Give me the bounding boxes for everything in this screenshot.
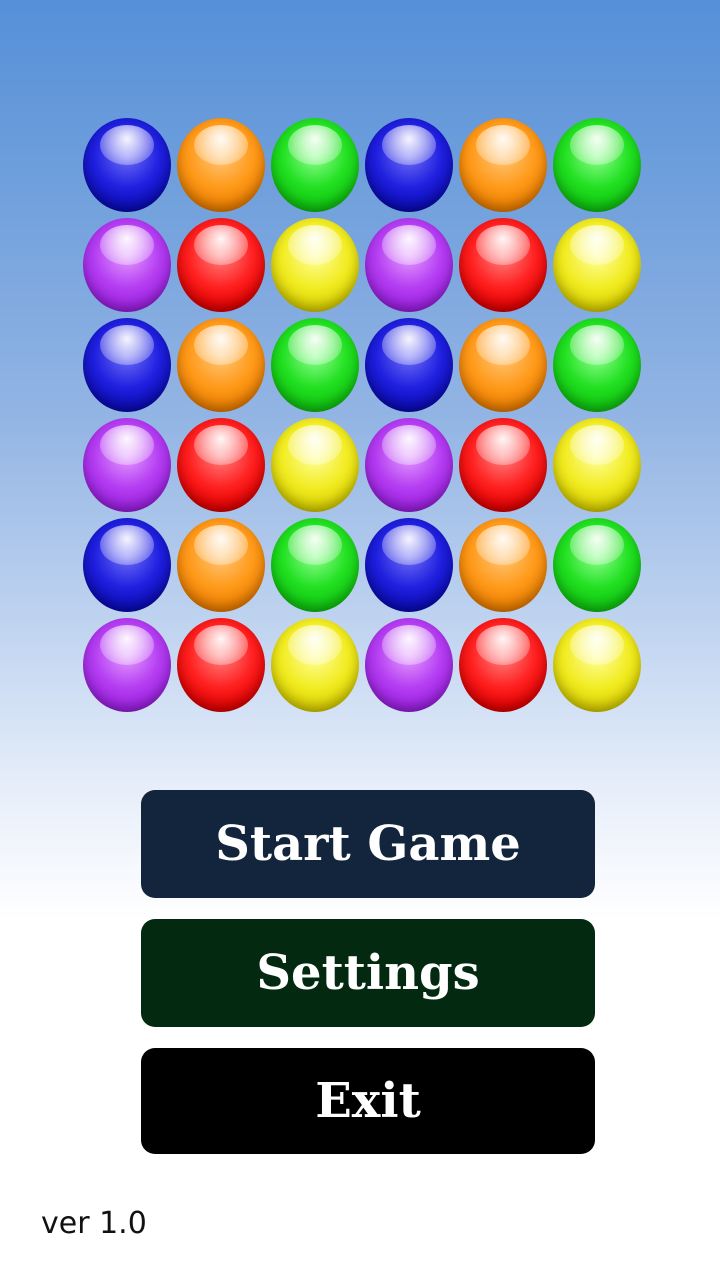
orange-ball[interactable] bbox=[177, 518, 265, 612]
orange-ball[interactable] bbox=[177, 118, 265, 212]
blue-ball[interactable] bbox=[83, 518, 171, 612]
settings-button[interactable]: Settings bbox=[141, 919, 595, 1027]
red-ball[interactable] bbox=[459, 418, 547, 512]
orange-ball[interactable] bbox=[459, 318, 547, 412]
orange-ball[interactable] bbox=[177, 318, 265, 412]
version-label: ver 1.0 bbox=[41, 1206, 147, 1241]
purple-ball[interactable] bbox=[365, 418, 453, 512]
green-ball[interactable] bbox=[271, 118, 359, 212]
yellow-ball[interactable] bbox=[553, 618, 641, 712]
exit-button[interactable]: Exit bbox=[141, 1048, 595, 1154]
ball-grid bbox=[80, 118, 644, 718]
start-game-button[interactable]: Start Game bbox=[141, 790, 595, 898]
purple-ball[interactable] bbox=[365, 218, 453, 312]
yellow-ball[interactable] bbox=[553, 218, 641, 312]
green-ball[interactable] bbox=[553, 318, 641, 412]
red-ball[interactable] bbox=[459, 218, 547, 312]
purple-ball[interactable] bbox=[365, 618, 453, 712]
red-ball[interactable] bbox=[459, 618, 547, 712]
green-ball[interactable] bbox=[553, 118, 641, 212]
yellow-ball[interactable] bbox=[271, 218, 359, 312]
yellow-ball[interactable] bbox=[271, 618, 359, 712]
blue-ball[interactable] bbox=[365, 518, 453, 612]
blue-ball[interactable] bbox=[365, 318, 453, 412]
purple-ball[interactable] bbox=[83, 418, 171, 512]
red-ball[interactable] bbox=[177, 218, 265, 312]
red-ball[interactable] bbox=[177, 418, 265, 512]
orange-ball[interactable] bbox=[459, 118, 547, 212]
green-ball[interactable] bbox=[553, 518, 641, 612]
purple-ball[interactable] bbox=[83, 218, 171, 312]
yellow-ball[interactable] bbox=[553, 418, 641, 512]
orange-ball[interactable] bbox=[459, 518, 547, 612]
blue-ball[interactable] bbox=[365, 118, 453, 212]
blue-ball[interactable] bbox=[83, 318, 171, 412]
green-ball[interactable] bbox=[271, 518, 359, 612]
blue-ball[interactable] bbox=[83, 118, 171, 212]
yellow-ball[interactable] bbox=[271, 418, 359, 512]
green-ball[interactable] bbox=[271, 318, 359, 412]
purple-ball[interactable] bbox=[83, 618, 171, 712]
red-ball[interactable] bbox=[177, 618, 265, 712]
